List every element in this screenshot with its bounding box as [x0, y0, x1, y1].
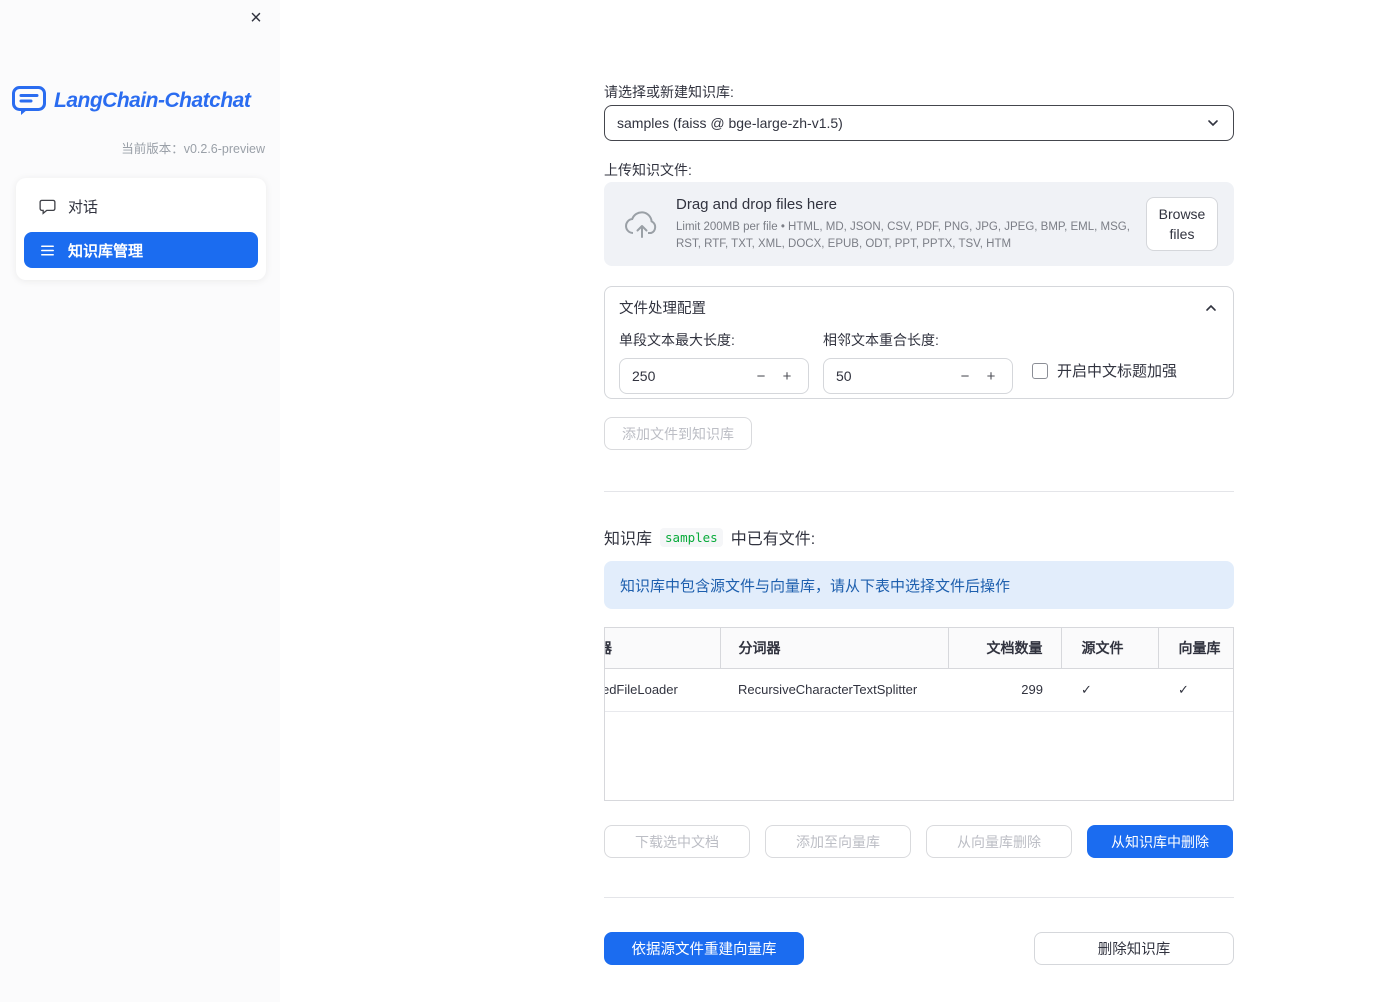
cell-doc-count: 299	[948, 668, 1061, 712]
rebuild-vector-store-button[interactable]: 依据源文件重建向量库	[604, 932, 804, 965]
overlap-increment-button[interactable]: +	[978, 362, 1004, 390]
expander-title: 文件处理配置	[619, 301, 706, 317]
sidebar-item-knowledge-base[interactable]: 知识库管理	[24, 232, 258, 268]
zh-title-enhance-checkbox[interactable]	[1032, 362, 1048, 379]
info-banner: 知识库中包含源文件与向量库，请从下表中选择文件后操作	[604, 561, 1234, 609]
list-icon	[38, 241, 56, 259]
divider	[604, 897, 1234, 898]
overlap-size-label: 相邻文本重合长度:	[823, 332, 939, 348]
kb-select[interactable]: samples (faiss @ bge-large-zh-v1.5)	[604, 105, 1234, 141]
delete-from-kb-button[interactable]: 从知识库中删除	[1087, 825, 1233, 858]
upload-label: 上传知识文件:	[604, 162, 692, 178]
sidebar-close-icon[interactable]: ×	[244, 6, 268, 30]
add-files-button[interactable]: 添加文件到知识库	[604, 417, 752, 450]
kb-files-suffix: 中已有文件:	[730, 531, 816, 548]
sidebar-menu: 对话 知识库管理	[16, 178, 266, 280]
app-root: × LangChain-Chatchat 当前版本：v0.2.6-preview	[0, 0, 1380, 1002]
main-content: 请选择或新建知识库: samples (faiss @ bge-large-zh…	[604, 0, 1234, 965]
column-header-loader[interactable]: 文档加载器	[605, 628, 721, 669]
kb-actions: 依据源文件重建向量库 删除知识库	[604, 932, 1234, 965]
column-header-source-file[interactable]: 源文件	[1061, 628, 1159, 669]
kb-files-prefix: 知识库	[604, 531, 653, 548]
column-header-doc-count[interactable]: 文档数量	[948, 628, 1062, 669]
cloud-upload-icon	[620, 208, 664, 240]
sidebar-item-chat[interactable]: 对话	[24, 188, 258, 224]
expander-header[interactable]: 文件处理配置	[605, 287, 1233, 318]
cell-source-file-check: ✓	[1061, 668, 1158, 712]
download-selected-button[interactable]: 下载选中文档	[604, 825, 750, 858]
dropzone-limits: Limit 200MB per file • HTML, MD, JSON, C…	[676, 220, 1130, 250]
browse-files-button[interactable]: Browse files	[1146, 196, 1218, 252]
cell-splitter: RecursiveCharacterTextSplitter	[720, 668, 948, 712]
overlap-decrement-button[interactable]: −	[952, 362, 978, 390]
chevron-down-icon	[1205, 115, 1221, 131]
chunk-size-increment-button[interactable]: +	[774, 362, 800, 390]
sidebar-item-knowledge-base-label: 知识库管理	[68, 242, 144, 260]
column-header-vector-store[interactable]: 向量库	[1158, 628, 1233, 669]
kb-select-label: 请选择或新建知识库:	[604, 84, 734, 100]
delete-kb-button[interactable]: 删除知识库	[1034, 932, 1234, 965]
app-logo-text: LangChain-Chatchat	[54, 89, 251, 112]
chunk-size-label: 单段文本最大长度:	[619, 332, 735, 348]
kb-name-code: samples	[660, 527, 723, 547]
table-header-row: 文档加载器 分词器 文档数量 源文件 向量库	[605, 628, 1233, 669]
table-row[interactable]: UnstructuredFileLoader RecursiveCharacte…	[605, 668, 1233, 712]
overlap-size-input[interactable]: 50 − +	[823, 358, 1013, 394]
delete-from-vector-store-button[interactable]: 从向量库删除	[926, 825, 1072, 858]
app-logo: LangChain-Chatchat	[12, 86, 251, 116]
column-header-splitter[interactable]: 分词器	[720, 628, 949, 669]
files-table: 文档加载器 分词器 文档数量 源文件 向量库 UnstructuredFileL…	[604, 627, 1234, 801]
zh-title-enhance-label: 开启中文标题加强	[1057, 363, 1178, 380]
kb-select-value: samples (faiss @ bge-large-zh-v1.5)	[617, 115, 843, 131]
overlap-size-value: 50	[836, 368, 852, 384]
file-config-expander: 文件处理配置 单段文本最大长度: 250 − + 相邻文本重合长度: 50 − …	[604, 286, 1234, 399]
chat-logo-icon	[12, 86, 46, 116]
chunk-size-value: 250	[632, 368, 656, 384]
chat-bubble-icon	[38, 197, 56, 215]
file-actions: 下载选中文档 添加至向量库 从向量库删除 从知识库中删除	[604, 825, 1234, 858]
kb-files-heading: 知识库 samples 中已有文件:	[604, 526, 1234, 548]
chevron-up-icon	[1203, 300, 1219, 316]
chunk-size-decrement-button[interactable]: −	[748, 362, 774, 390]
version-label: 当前版本：v0.2.6-preview	[121, 142, 265, 156]
file-dropzone[interactable]: Drag and drop files here Limit 200MB per…	[604, 182, 1234, 266]
sidebar: × LangChain-Chatchat 当前版本：v0.2.6-preview	[0, 0, 280, 1002]
add-to-vector-store-button[interactable]: 添加至向量库	[765, 825, 911, 858]
chunk-size-input[interactable]: 250 − +	[619, 358, 809, 394]
dropzone-title: Drag and drop files here	[676, 195, 837, 213]
cell-loader: UnstructuredFileLoader	[605, 668, 720, 712]
cell-vector-store-check: ✓	[1158, 668, 1233, 712]
sidebar-item-chat-label: 对话	[68, 198, 99, 216]
divider	[604, 491, 1234, 492]
